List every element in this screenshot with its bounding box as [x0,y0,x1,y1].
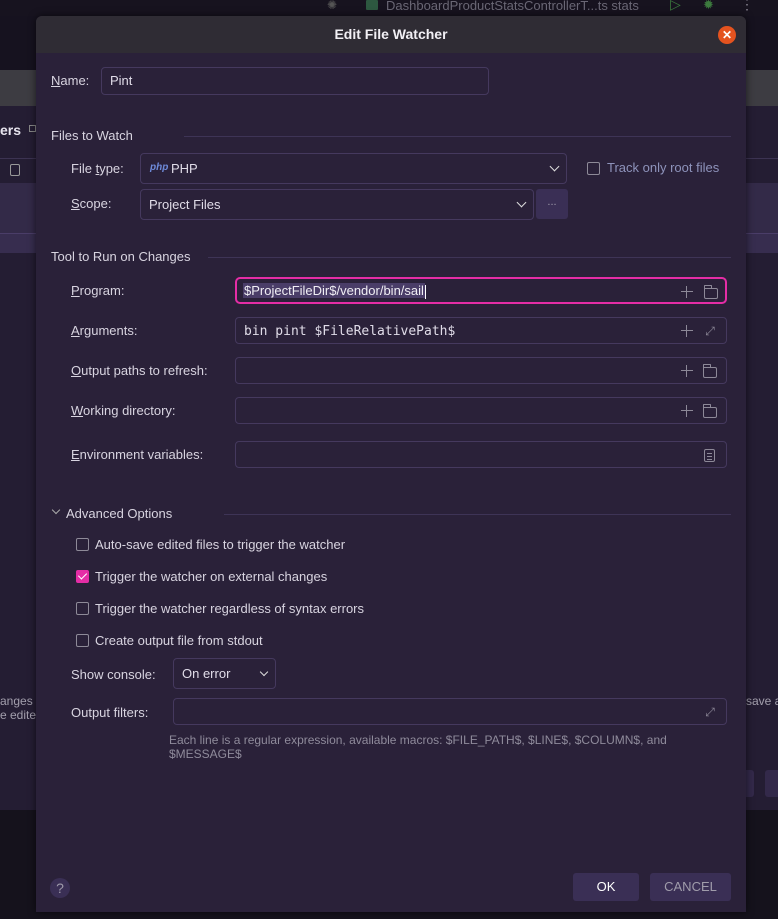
run-icon[interactable]: ▷ [670,0,681,13]
expand-icon[interactable]: ⤢ [703,705,717,719]
close-button[interactable]: ✕ [718,26,736,44]
program-label: Program: [71,283,125,298]
section-divider [184,136,731,137]
chevron-down-icon [259,667,269,677]
insert-macro-icon[interactable] [681,405,693,417]
file-type-label: File type: [71,161,124,176]
ide-toolbar: ✺ DashboardProductStatsControllerT...ts … [0,0,778,16]
scope-select[interactable]: Project Files [140,189,534,220]
php-icon: php [150,162,169,173]
output-paths-input[interactable] [235,357,727,384]
folder-icon[interactable] [703,404,717,418]
run-configuration-selector[interactable]: DashboardProductStatsControllerT...ts st… [386,0,639,13]
environment-variables-label: Environment variables: [71,447,204,462]
name-input[interactable]: Pint [101,67,489,95]
create-output-label: Create output file from stdout [95,633,263,648]
insert-macro-icon[interactable] [681,325,693,337]
program-input[interactable]: $ProjectFileDir$/vendor/bin/sail [235,277,727,304]
output-filters-input[interactable]: ⤢ [173,698,727,725]
edit-file-watcher-dialog: Edit File Watcher ✕ Name: Pint Files to … [36,16,746,912]
close-icon: ✕ [721,28,733,42]
background-text: e edite [0,708,37,722]
insert-macro-icon[interactable] [681,286,693,298]
working-directory-input[interactable] [235,397,727,424]
show-console-select[interactable]: On error [173,658,276,689]
chevron-down-icon [549,161,560,172]
background-panel-title: ers [0,122,22,138]
auto-save-checkbox[interactable] [76,538,89,551]
environment-variables-input[interactable] [235,441,727,468]
output-paths-label: Output paths to refresh: [71,363,208,378]
files-to-watch-heading: Files to Watch [51,128,133,143]
auto-save-label: Auto-save edited files to trigger the wa… [95,537,346,552]
collapse-chevron-icon[interactable] [51,505,61,515]
file-type-select[interactable]: php PHP [140,153,567,184]
output-filters-hint: Each line is a regular expression, avail… [169,733,667,761]
arguments-label: Arguments: [71,323,138,338]
trigger-external-label: Trigger the watcher on external changes [95,569,328,584]
folder-icon[interactable] [703,364,717,378]
trigger-regardless-checkbox[interactable] [76,602,89,615]
trigger-external-checkbox[interactable] [76,570,89,583]
bug-icon[interactable]: ✺ [327,0,337,12]
edit-variables-icon[interactable] [704,449,715,462]
folder-icon[interactable] [704,285,718,299]
trigger-regardless-label: Trigger the watcher regardless of syntax… [95,601,365,616]
show-console-label: Show console: [71,667,156,682]
track-only-root-label: Track only root files [607,160,720,175]
section-divider [208,257,731,258]
advanced-options-toggle[interactable]: Advanced Options [66,506,172,521]
background-text: save a [746,694,778,708]
scope-browse-button[interactable]: ... [536,189,568,219]
tool-to-run-heading: Tool to Run on Changes [51,249,191,264]
background-button [765,770,778,797]
working-directory-label: Working directory: [71,403,176,418]
copy-icon[interactable] [10,164,20,176]
scope-label: Scope: [71,196,112,211]
create-output-checkbox[interactable] [76,634,89,647]
name-label: Name: [51,73,90,88]
dialog-titlebar[interactable]: Edit File Watcher ✕ [36,16,746,53]
arguments-input[interactable]: bin pint $FileRelativePath$ ⤢ [235,317,727,344]
background-text: anges [0,694,33,708]
track-only-root-checkbox[interactable] [587,162,600,175]
expand-icon[interactable]: ⤢ [703,324,717,338]
run-config-icon [366,0,378,10]
cancel-button[interactable]: CANCEL [650,873,731,901]
chevron-down-icon [516,197,527,208]
section-divider [224,514,731,515]
text-caret [424,284,426,299]
help-button[interactable]: ? [50,878,70,898]
debug-icon[interactable]: ✹ [703,0,714,13]
insert-macro-icon[interactable] [681,365,693,377]
help-icon: ? [56,880,64,896]
dialog-title: Edit File Watcher [334,26,448,42]
panel-icon [29,125,36,132]
ok-button[interactable]: OK [573,873,639,901]
more-icon[interactable]: ⋮ [740,0,754,13]
output-filters-label: Output filters: [71,705,149,720]
